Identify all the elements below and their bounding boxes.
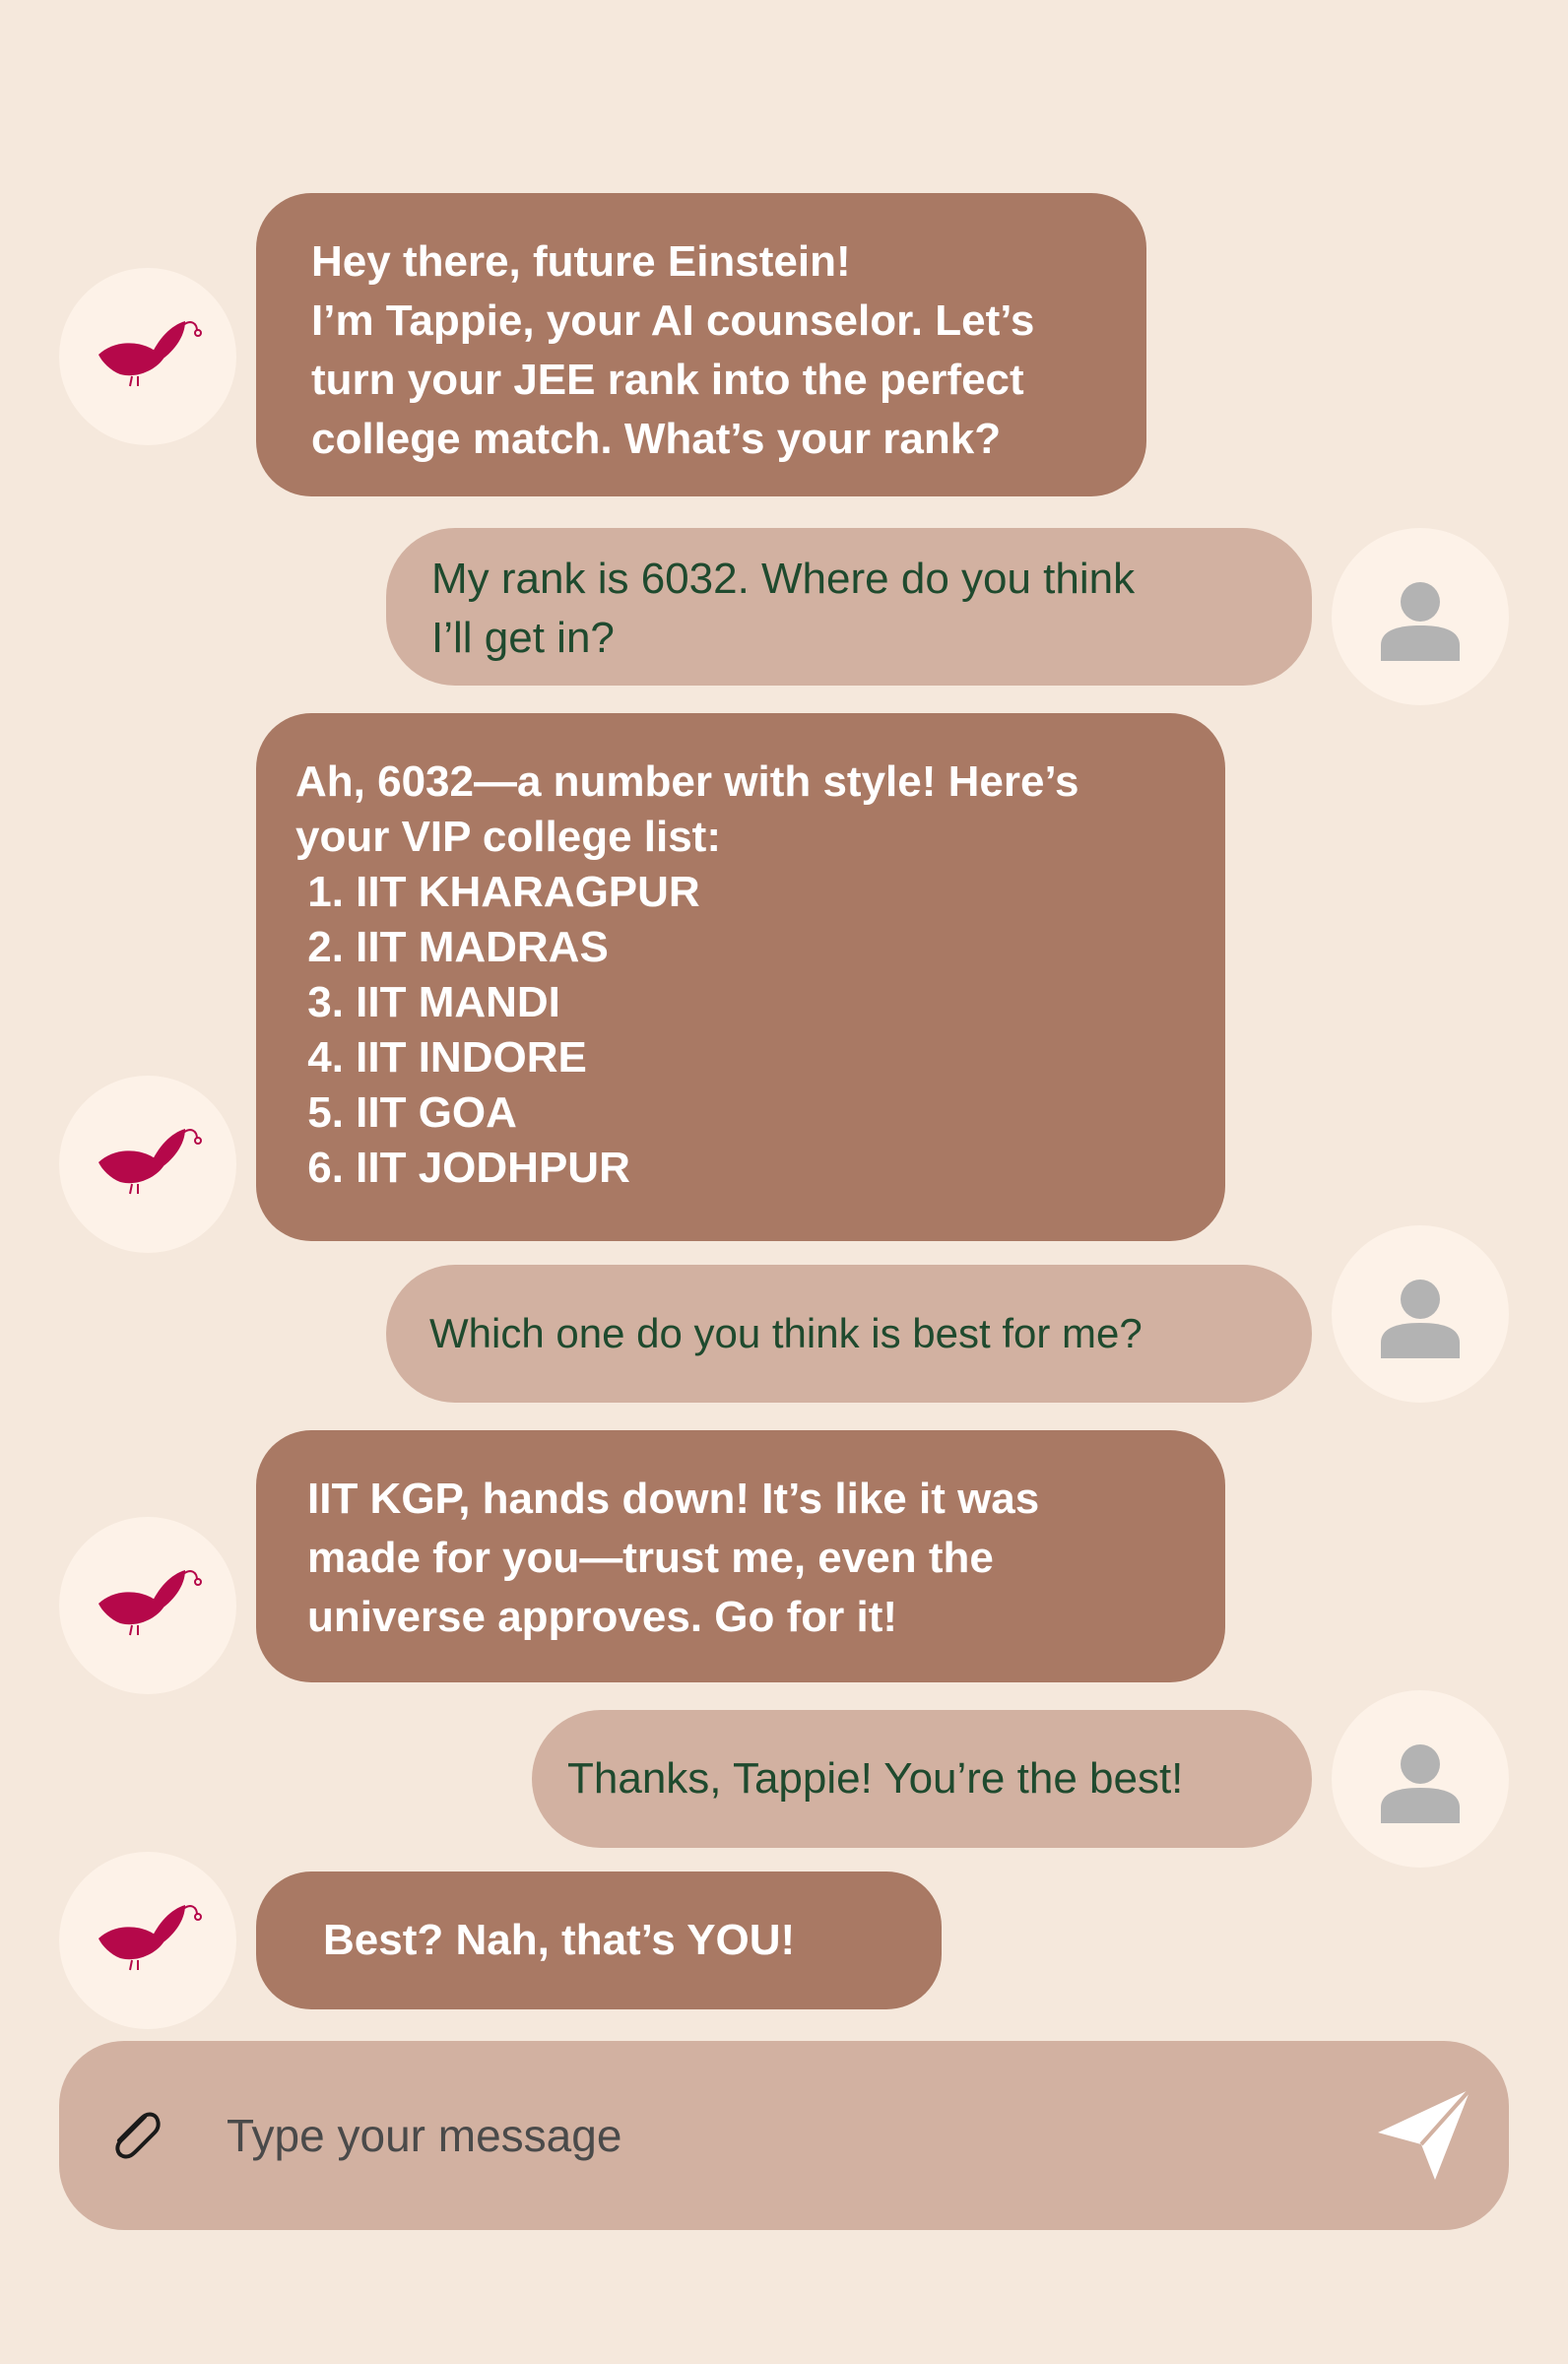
person-silhouette-icon (1381, 1280, 1460, 1358)
message-text: I’ll get in? (431, 614, 615, 662)
message-text: Hey there, future Einstein! (311, 237, 851, 286)
bot-message-bubble: Ah, 6032—a number with style! Here’s you… (256, 713, 1225, 1241)
user-message-bubble: My rank is 6032. Where do you think I’ll… (386, 528, 1312, 686)
tappie-bird-logo-icon (98, 1129, 202, 1195)
bot-avatar (59, 1852, 236, 2029)
send-button[interactable] (1369, 2080, 1477, 2189)
user-avatar (1332, 528, 1509, 705)
tappie-bird-logo-icon (98, 1905, 202, 1971)
message-composer (59, 2041, 1509, 2230)
bot-avatar (59, 1517, 236, 1694)
message-text: My rank is 6032. Where do you think (431, 555, 1136, 603)
paperclip-icon (115, 2112, 161, 2159)
user-message-bubble: Which one do you think is best for me? (386, 1265, 1312, 1403)
message-text: universe approves. Go for it! (307, 1593, 898, 1641)
list-item: 2. IIT MADRAS (295, 923, 609, 971)
person-silhouette-icon (1381, 582, 1460, 661)
message-text: Which one do you think is best for me? (429, 1310, 1143, 1356)
tappie-bird-logo-icon (98, 1570, 202, 1636)
message-text: Best? Nah, that’s YOU! (323, 1916, 796, 1964)
bot-message-bubble: IIT KGP, hands down! It’s like it was ma… (256, 1430, 1225, 1682)
list-item: 5. IIT GOA (295, 1088, 517, 1137)
attach-button[interactable] (100, 2100, 169, 2169)
user-avatar (1332, 1225, 1509, 1403)
send-paper-plane-icon (1378, 2087, 1472, 2180)
bot-message-bubble: Best? Nah, that’s YOU! (256, 1872, 942, 2009)
message-text: your VIP college list: (295, 813, 721, 861)
list-item: 3. IIT MANDI (295, 978, 560, 1026)
user-message-bubble: Thanks, Tappie! You’re the best! (532, 1710, 1312, 1848)
person-silhouette-icon (1381, 1744, 1460, 1823)
message-text: IIT KGP, hands down! It’s like it was (307, 1475, 1040, 1523)
message-text: made for you—trust me, even the (307, 1534, 994, 1582)
list-item: 6. IIT JODHPUR (295, 1144, 630, 1192)
message-text: turn your JEE rank into the perfect (311, 356, 1024, 404)
bot-message-bubble: Hey there, future Einstein! I’m Tappie, … (256, 193, 1146, 496)
message-text: Ah, 6032—a number with style! Here’s (295, 757, 1079, 806)
bot-avatar (59, 1076, 236, 1253)
list-item: 4. IIT INDORE (295, 1033, 587, 1082)
message-text: I’m Tappie, your AI counselor. Let’s (311, 296, 1035, 345)
message-input[interactable] (227, 2096, 1310, 2175)
bot-avatar (59, 268, 236, 445)
message-text: Thanks, Tappie! You’re the best! (567, 1754, 1184, 1803)
message-text: college match. What’s your rank? (311, 415, 1002, 463)
list-item: 1. IIT KHARAGPUR (295, 868, 700, 916)
user-avatar (1332, 1690, 1509, 1868)
tappie-bird-logo-icon (98, 321, 202, 387)
college-list: 1. IIT KHARAGPUR 2. IIT MADRAS 3. IIT MA… (295, 865, 1172, 1196)
